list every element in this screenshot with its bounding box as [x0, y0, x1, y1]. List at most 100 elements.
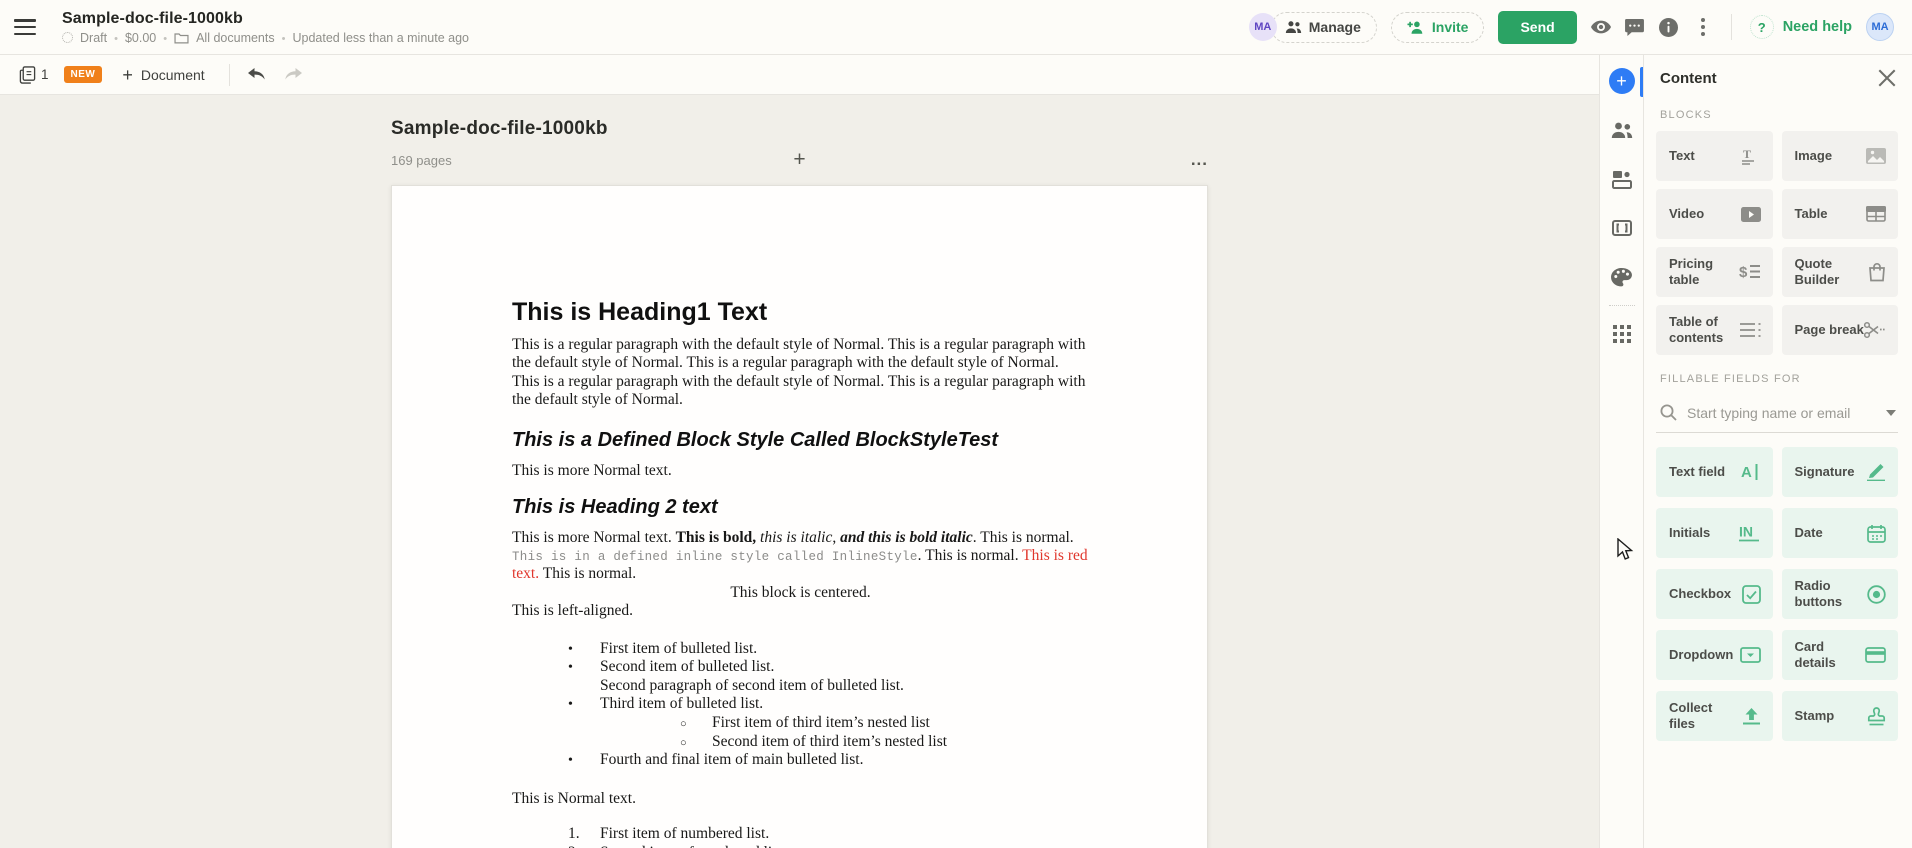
page-bulleted-list: First item of bulleted list. Second item… [512, 640, 1089, 770]
user-avatar[interactable]: MA [1866, 13, 1894, 41]
plus-icon: + [122, 64, 133, 85]
block-tile-pricing-table[interactable]: Pricing table $ [1656, 247, 1773, 297]
more-options-kebab-icon[interactable] [1693, 17, 1713, 37]
field-tile-date[interactable]: Date [1781, 508, 1898, 558]
design-palette-icon [1611, 267, 1632, 286]
invite-button[interactable]: Invite [1390, 11, 1485, 43]
apps-grid-icon [1612, 325, 1631, 343]
new-badge: NEW [63, 66, 103, 83]
page-intro-paragraph: This is a regular paragraph with the def… [512, 335, 1086, 409]
folder-icon [174, 32, 189, 43]
radio-buttons-icon [1867, 584, 1886, 604]
pricing-table-icon: $ [1739, 263, 1761, 281]
collaborators-group: MA Manage [1248, 11, 1377, 43]
document-more-options-icon[interactable]: ... [1008, 150, 1208, 170]
undo-button[interactable] [244, 62, 270, 88]
page-rich-paragraph: This is more Normal text. This is bold, … [512, 528, 1088, 583]
image-block-icon [1866, 148, 1886, 164]
header-actions: MA Manage Invite Send ? Need help MA [1248, 10, 1894, 44]
field-tile-collect-files[interactable]: Collect files [1656, 691, 1773, 741]
text-field-icon: A [1741, 463, 1761, 481]
app-window: Sample-doc-file-1000kb Draft $0.00 All d… [0, 0, 1912, 848]
table-block-icon [1866, 206, 1886, 222]
date-icon [1867, 524, 1886, 543]
preview-eye-icon[interactable] [1590, 17, 1611, 37]
separator-dot [114, 31, 118, 45]
block-tile-quote-builder[interactable]: Quote Builder [1781, 247, 1898, 297]
add-document-tab[interactable]: + Document [112, 61, 214, 89]
page-blockstyle-heading: This is a Defined Block Style Called Blo… [512, 428, 999, 451]
rail-fields-button[interactable] [1609, 166, 1635, 192]
block-tile-video[interactable]: Video [1656, 189, 1773, 239]
initials-icon: IN [1738, 524, 1761, 542]
info-icon[interactable] [1659, 17, 1679, 37]
block-tile-text[interactable]: Text T [1656, 131, 1773, 181]
nested-bullet-item: Second item of third item’s nested list [712, 732, 948, 750]
manage-button[interactable]: Manage [1270, 11, 1377, 43]
comments-icon[interactable] [1625, 17, 1645, 37]
need-help-button[interactable]: ? Need help [1749, 15, 1852, 39]
field-tile-signature[interactable]: Signature [1781, 447, 1898, 497]
bullet-item: Second item of bulleted list. [600, 658, 775, 676]
header-document-title: Sample-doc-file-1000kb [62, 9, 243, 27]
quote-builder-icon [1868, 262, 1886, 282]
document-tab-label: Document [140, 66, 205, 83]
document-status-row: Draft $0.00 All documents Updated less t… [62, 31, 469, 45]
field-tile-initials[interactable]: Initials IN [1656, 508, 1773, 558]
add-content-plus-icon[interactable]: + [591, 149, 1008, 170]
rail-variables-button[interactable] [1609, 215, 1635, 241]
field-tile-dropdown[interactable]: Dropdown [1656, 630, 1773, 680]
right-icon-rail: + [1599, 55, 1643, 848]
recipient-search-input[interactable] [1687, 404, 1876, 421]
rail-add-content-button[interactable]: + [1608, 68, 1635, 94]
rail-design-button[interactable] [1609, 264, 1635, 290]
field-tile-checkbox[interactable]: Checkbox [1656, 569, 1773, 619]
block-tile-table[interactable]: Table [1781, 189, 1898, 239]
document-section-title: Sample-doc-file-1000kb [391, 118, 608, 139]
chevron-down-icon[interactable] [1886, 409, 1896, 416]
content-panel: Content BLOCKS Text T Image Video Table … [1643, 55, 1912, 848]
field-tile-card-details[interactable]: Card details [1781, 630, 1898, 680]
stamp-icon [1867, 706, 1886, 726]
rail-apps-button[interactable] [1609, 321, 1635, 347]
svg-text:$: $ [1739, 264, 1748, 281]
rail-recipients-button[interactable] [1609, 117, 1635, 143]
field-tile-text-field[interactable]: Text field A [1656, 447, 1773, 497]
field-tile-radio-buttons[interactable]: Radio buttons [1781, 569, 1898, 619]
text-block-icon: T [1741, 147, 1761, 165]
inline-style-text: This is in a defined inline style called… [512, 549, 918, 564]
svg-text:IN: IN [1739, 524, 1753, 540]
page-numbered-list: First item of numbered list. Second item… [512, 825, 1089, 848]
bullet-item: Fourth and final item of main bulleted l… [600, 751, 864, 768]
send-button[interactable]: Send [1498, 10, 1577, 44]
toolbar-divider [228, 63, 230, 86]
need-help-label: Need help [1782, 19, 1852, 35]
person-plus-icon [1407, 21, 1423, 34]
bold-text: This is bold, [675, 528, 761, 546]
redo-button[interactable] [280, 62, 306, 88]
document-toolbar: 1 NEW + Document [0, 55, 1599, 95]
close-panel-icon[interactable] [1878, 69, 1896, 87]
fields-grid: Text field A Signature Initials IN Date … [1656, 447, 1898, 741]
page-count: 1 [41, 67, 49, 82]
block-tile-image[interactable]: Image [1781, 131, 1898, 181]
collaborator-avatar[interactable]: MA [1248, 13, 1277, 41]
page-centered-text: This block is centered. [730, 583, 871, 601]
field-tile-stamp[interactable]: Stamp [1781, 691, 1898, 741]
block-tile-table-of-contents[interactable]: Table of contents [1656, 305, 1773, 355]
collect-files-icon [1742, 707, 1761, 726]
hamburger-menu-icon[interactable] [14, 19, 36, 35]
card-details-icon [1865, 647, 1886, 663]
status-folder-link[interactable]: All documents [196, 31, 275, 45]
svg-text:T: T [1743, 147, 1751, 161]
numbered-item: Second item of numbered list. [600, 844, 786, 848]
pages-overview-button[interactable]: 1 [14, 62, 54, 88]
block-tile-page-break[interactable]: Page break [1781, 305, 1898, 355]
fields-layout-icon [1611, 170, 1632, 189]
recipient-search-row [1656, 395, 1898, 433]
document-scroll-area[interactable]: Sample-doc-file-1000kb 169 pages + ... T… [0, 95, 1599, 848]
search-icon [1660, 404, 1677, 421]
document-page[interactable]: This is Heading1 Text This is a regular … [391, 185, 1208, 848]
draft-status-icon [62, 32, 73, 43]
dropdown-icon [1739, 647, 1761, 663]
